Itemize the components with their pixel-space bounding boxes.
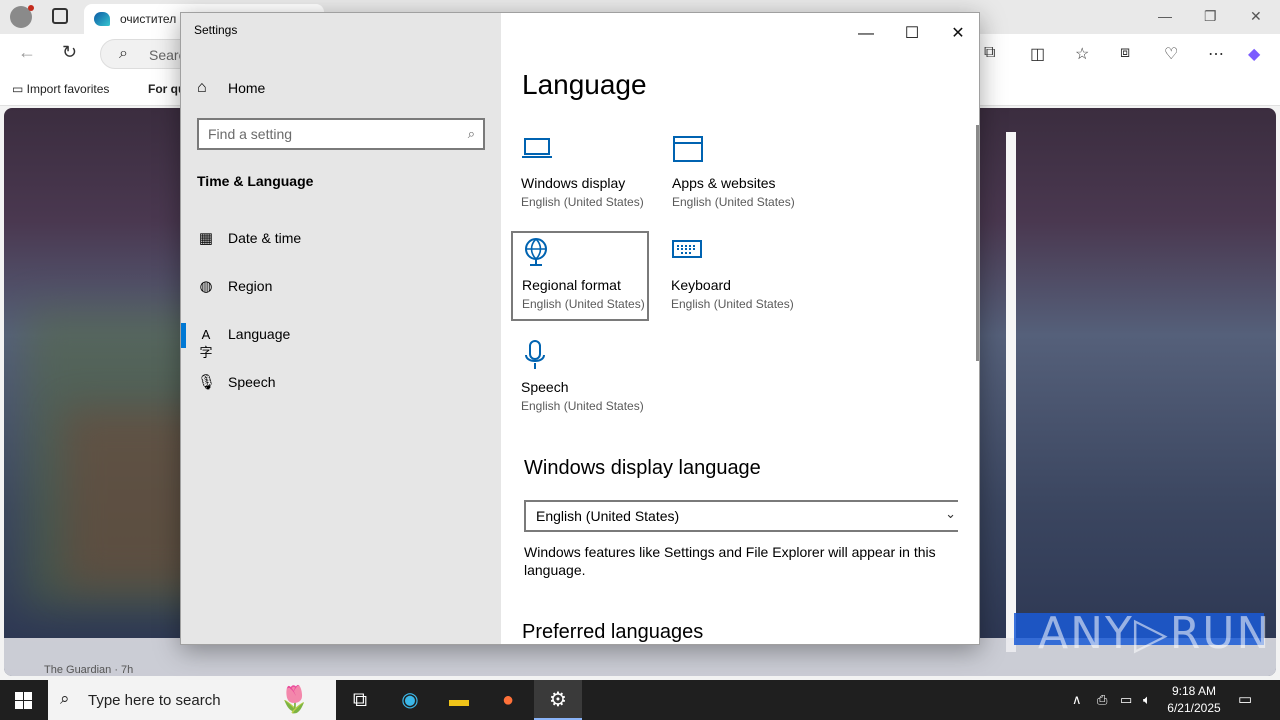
- tile-windows-display[interactable]: Windows display English (United States): [512, 131, 650, 221]
- performance-icon[interactable]: ♡: [1164, 44, 1178, 64]
- tile-regional-format[interactable]: Regional format English (United States): [511, 231, 649, 321]
- start-button[interactable]: [0, 680, 48, 720]
- chevron-up-icon[interactable]: ∧: [1072, 692, 1082, 708]
- nav-item-language[interactable]: A字 Language: [181, 315, 501, 360]
- notification-dot: [28, 5, 34, 11]
- search-icon: ⌕: [119, 45, 128, 62]
- search-placeholder: Find a setting: [208, 126, 293, 142]
- copilot-icon[interactable]: ◆: [1248, 44, 1260, 64]
- tile-value: English (United States): [521, 195, 644, 209]
- extensions-icon[interactable]: ⧉: [984, 44, 995, 62]
- minimize-icon[interactable]: —: [843, 19, 889, 49]
- settings-sidebar: Settings ⌂ Home Find a setting ⌕ Time & …: [181, 13, 501, 644]
- tile-name: Speech: [521, 379, 569, 395]
- firefox-icon[interactable]: ●: [484, 680, 532, 720]
- microphone-icon: [521, 339, 549, 377]
- nav-item-date-time[interactable]: ▦ Date & time: [181, 219, 501, 259]
- edge-icon[interactable]: ◉: [386, 680, 434, 720]
- microphone-icon: 🎙︎: [197, 374, 217, 391]
- language-icon: A字: [199, 327, 213, 360]
- taskbar: ⌕ Type here to search 🌷 ⧉ ◉ ▬ ● ⚙ ∧ ⎙ ▭ …: [0, 680, 1280, 720]
- preferred-languages-heading: Preferred languages: [522, 621, 704, 643]
- display-language-description: Windows features like Settings and File …: [524, 544, 936, 578]
- tile-name: Regional format: [522, 277, 621, 293]
- nav-label: Region: [228, 278, 273, 294]
- page-panel: [1006, 132, 1016, 652]
- tile-speech[interactable]: Speech English (United States): [512, 335, 650, 425]
- tile-value: English (United States): [671, 297, 794, 311]
- close-icon[interactable]: ✕: [935, 19, 979, 49]
- settings-app-icon[interactable]: ⚙: [534, 680, 582, 720]
- display-language-heading: Windows display language: [524, 457, 761, 479]
- laptop-icon: [521, 135, 553, 167]
- calendar-clock-icon: ▦: [198, 230, 214, 247]
- browser-restore-icon[interactable]: ❐: [1204, 8, 1217, 25]
- display-language-dropdown[interactable]: English (United States) ⌄: [524, 500, 958, 532]
- tile-value: English (United States): [522, 297, 645, 311]
- nav-label: Speech: [228, 374, 276, 390]
- volume-icon[interactable]: 🔈︎: [1143, 692, 1151, 708]
- maximize-icon[interactable]: ☐: [889, 19, 935, 49]
- browser-minimize-icon[interactable]: —: [1158, 8, 1172, 24]
- task-view-icon[interactable]: ⧉: [336, 680, 384, 720]
- tile-apps-websites[interactable]: Apps & websites English (United States): [663, 131, 801, 221]
- window-title: Settings: [194, 23, 238, 37]
- tile-value: English (United States): [521, 399, 644, 413]
- import-favorites-label: Import favorites: [26, 82, 110, 96]
- tile-name: Apps & websites: [672, 175, 776, 191]
- tile-value: English (United States): [672, 195, 795, 209]
- home-icon: ⌂: [197, 79, 207, 96]
- split-screen-icon[interactable]: ◫: [1030, 44, 1045, 64]
- nav-item-speech[interactable]: 🎙︎ Speech: [181, 363, 501, 403]
- clock-date: 6/21/2025: [1167, 701, 1221, 715]
- anyrun-watermark: ANY▷RUN: [1038, 608, 1272, 659]
- settings-window: Settings ⌂ Home Find a setting ⌕ Time & …: [180, 12, 980, 645]
- nav-label: Language: [228, 326, 291, 342]
- back-icon[interactable]: ←: [18, 42, 36, 63]
- find-setting-input[interactable]: Find a setting ⌕: [197, 118, 485, 150]
- dropdown-value: English (United States): [536, 508, 680, 524]
- notifications-icon[interactable]: ▭: [1238, 690, 1252, 708]
- browser-close-icon[interactable]: ✕: [1250, 8, 1262, 25]
- tile-name: Keyboard: [671, 277, 731, 293]
- favorites-icon[interactable]: ☆: [1075, 44, 1089, 64]
- taskbar-search[interactable]: ⌕ Type here to search 🌷: [48, 680, 336, 720]
- tile-name: Windows display: [521, 175, 626, 191]
- clock[interactable]: 9:18 AM 6/21/2025: [1164, 683, 1224, 717]
- clock-time: 9:18 AM: [1171, 684, 1217, 698]
- taskbar-search-placeholder: Type here to search: [88, 692, 221, 709]
- settings-content: — ☐ ✕ Language Windows display English (…: [501, 13, 979, 644]
- tab-actions-icon[interactable]: [52, 8, 68, 24]
- tile-keyboard[interactable]: Keyboard English (United States): [662, 233, 800, 323]
- nav-item-region[interactable]: ◍ Region: [181, 267, 501, 307]
- chevron-down-icon: ⌄: [945, 506, 956, 521]
- page-title: Language: [522, 69, 647, 100]
- network-icon[interactable]: ▭: [1120, 692, 1132, 708]
- windows-logo-icon: [15, 692, 32, 709]
- search-icon: ⌕: [60, 689, 70, 708]
- home-label: Home: [228, 80, 266, 96]
- regional-globe-icon: [522, 237, 552, 273]
- refresh-icon[interactable]: ↻: [62, 42, 77, 63]
- browser-tab-title: очистител: [120, 12, 177, 26]
- file-explorer-icon[interactable]: ▬: [435, 680, 483, 720]
- scrollbar[interactable]: [976, 125, 979, 361]
- search-highlight-icon: 🌷: [278, 684, 311, 714]
- keyboard-icon: [671, 237, 703, 267]
- more-icon[interactable]: ⋯: [1208, 44, 1224, 64]
- search-icon: ⌕: [467, 126, 475, 141]
- section-title: Time & Language: [197, 173, 314, 189]
- window-icon: [672, 135, 704, 169]
- active-indicator: [181, 323, 186, 348]
- news-source: The Guardian · 7h: [44, 664, 134, 676]
- import-favorites-link[interactable]: ▭ Import favorites: [12, 82, 109, 96]
- globe-icon: ◍: [199, 278, 213, 295]
- device-icon[interactable]: ⎙: [1097, 692, 1107, 708]
- edge-tab-icon: [94, 12, 110, 26]
- nav-label: Date & time: [228, 230, 302, 246]
- collections-icon[interactable]: ⧈: [1120, 44, 1130, 62]
